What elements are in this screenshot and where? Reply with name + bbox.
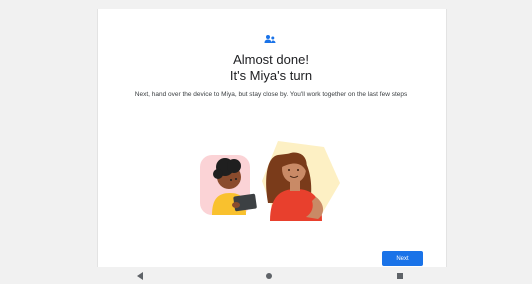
back-triangle-icon[interactable] bbox=[134, 270, 146, 282]
home-circle-icon[interactable] bbox=[263, 270, 275, 282]
handover-illustration bbox=[200, 141, 340, 221]
page-title-line1: Almost done! bbox=[233, 52, 309, 67]
navigation-bar bbox=[0, 267, 532, 284]
next-button[interactable]: Next bbox=[382, 251, 423, 266]
supervised-user-icon bbox=[264, 35, 276, 43]
recents-square-icon[interactable] bbox=[394, 270, 406, 282]
page-title-line2: It's Miya's turn bbox=[229, 68, 313, 83]
setup-description: Next, hand over the device to Miya, but … bbox=[134, 91, 408, 98]
